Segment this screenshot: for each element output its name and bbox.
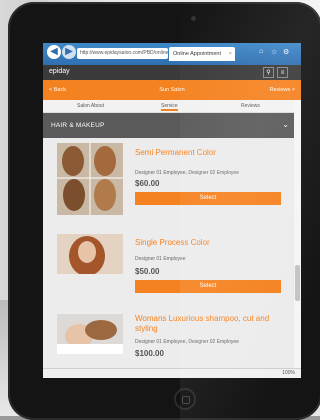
hair-photo-icon (57, 314, 123, 354)
tab-close-icon[interactable]: × (229, 47, 235, 61)
reviews-link[interactable]: Reviews > (269, 87, 295, 93)
address-bar[interactable]: http://www.epidaysalon.com/PBD/online-ap… (77, 48, 168, 59)
site-logo[interactable]: epiday (49, 68, 70, 75)
status-bar: 100% (43, 368, 301, 378)
tab-reviews[interactable]: Reviews (241, 103, 260, 109)
search-icon[interactable]: ⚲ (263, 67, 274, 78)
service-name: Single Process Color (135, 238, 210, 247)
tab-service[interactable]: Service (161, 103, 178, 111)
browser-chrome: ◀ ▶ http://www.epidaysalon.com/PBD/onlin… (43, 43, 301, 65)
service-employees: Designer 01 Employee (135, 256, 186, 262)
service-employees: Designer 01 Employee, Designer 02 Employ… (135, 170, 239, 176)
tab-title: Online Appointment (173, 51, 222, 57)
service-photo (57, 234, 123, 274)
site-header: epiday ⚲ ≡ (43, 65, 301, 80)
salon-header-bar: < Back Sun Salon Reviews > (43, 80, 301, 100)
service-photo (57, 314, 123, 354)
salon-title: Sun Salon (159, 87, 185, 93)
hair-photo-icon (57, 234, 123, 274)
camera-icon (191, 16, 196, 21)
category-header[interactable]: HAIR & MAKEUP ⌄ (43, 113, 301, 138)
zoom-level[interactable]: 100% (282, 370, 295, 376)
service-item: Single Process Color Designer 01 Employe… (43, 228, 293, 299)
service-price: $60.00 (135, 179, 160, 188)
chevron-down-icon[interactable]: ⌄ (282, 120, 289, 129)
service-price: $50.00 (135, 267, 160, 276)
category-title: HAIR & MAKEUP (51, 122, 105, 129)
home-icon[interactable]: ⌂ (259, 48, 263, 55)
select-button[interactable]: Select (135, 280, 281, 293)
service-name: Semi Permanent Color (135, 148, 216, 157)
home-button[interactable] (174, 388, 196, 410)
favorites-star-icon[interactable]: ☆ (271, 48, 277, 56)
hair-photo-icon (57, 143, 123, 215)
menu-icon[interactable]: ≡ (277, 67, 288, 78)
service-item: Womans Luxurious shampoo, cut and stylin… (43, 298, 293, 378)
service-price: $100.00 (135, 349, 164, 358)
back-arrow-icon[interactable]: ◀ (47, 45, 61, 59)
service-photo (57, 143, 123, 215)
scrollbar-thumb[interactable] (295, 265, 300, 301)
forward-arrow-icon[interactable]: ▶ (62, 45, 76, 59)
select-button[interactable]: Select (135, 192, 281, 205)
browser-tab[interactable]: Online Appointment × (169, 47, 235, 61)
settings-gear-icon[interactable]: ⚙ (283, 48, 289, 56)
subtabs: Salon About Service Reviews (43, 100, 301, 113)
scrollbar[interactable] (294, 100, 301, 368)
service-item: Semi Permanent Color Designer 01 Employe… (43, 138, 293, 229)
tab-salon-about[interactable]: Salon About (77, 103, 104, 109)
service-employees: Designer 01 Employee, Designer 02 Employ… (135, 339, 239, 345)
tablet-screen: ◀ ▶ http://www.epidaysalon.com/PBD/onlin… (43, 43, 301, 378)
service-name: Womans Luxurious shampoo, cut and stylin… (135, 314, 270, 333)
